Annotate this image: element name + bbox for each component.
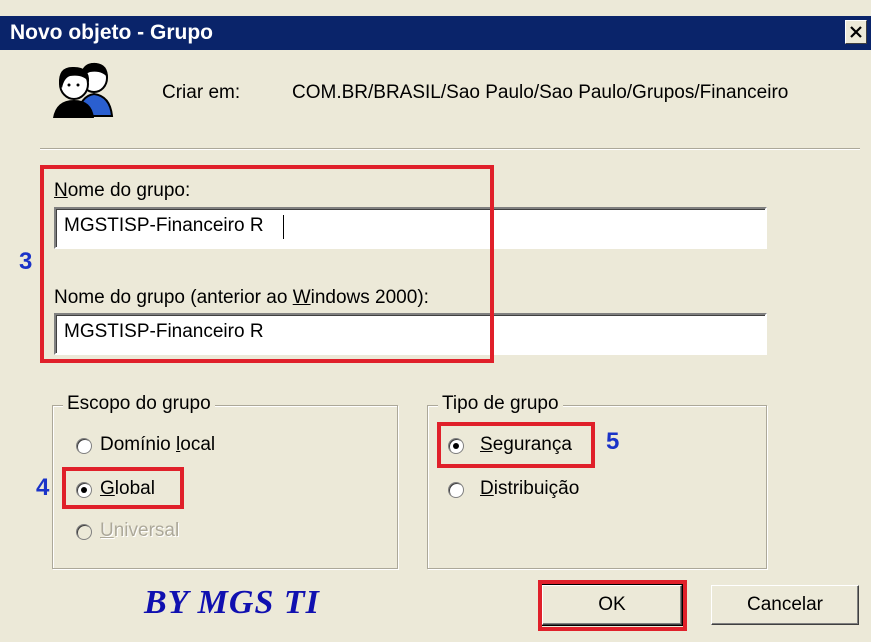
scope-universal-radio bbox=[76, 524, 92, 540]
window-title: Novo objeto - Grupo bbox=[10, 21, 213, 44]
step-number-4: 4 bbox=[36, 474, 50, 501]
header-separator bbox=[40, 148, 860, 150]
cancel-button[interactable]: Cancelar bbox=[711, 585, 859, 625]
scope-domain-local-radio[interactable] bbox=[76, 438, 92, 454]
group-type-legend: Tipo de grupo bbox=[438, 393, 563, 415]
new-group-dialog: Novo objeto - Grupo Criar em: COM.BR/BRA… bbox=[0, 0, 871, 642]
step-number-5: 5 bbox=[606, 428, 620, 455]
watermark-text: BY MGS TI bbox=[144, 584, 320, 621]
step-number-3: 3 bbox=[19, 248, 33, 275]
highlight-box-names bbox=[40, 165, 494, 363]
create-in-path: COM.BR/BRASIL/Sao Paulo/Sao Paulo/Grupos… bbox=[292, 82, 789, 103]
group-users-icon bbox=[53, 62, 114, 118]
create-in-label: Criar em: bbox=[162, 82, 241, 103]
scope-universal-label: Universal bbox=[100, 520, 180, 541]
highlight-box-ok bbox=[538, 580, 687, 631]
group-scope-legend: Escopo do grupo bbox=[63, 393, 215, 415]
scope-domain-local-label[interactable]: Domínio local bbox=[100, 434, 215, 456]
title-bar[interactable]: Novo objeto - Grupo bbox=[0, 16, 871, 50]
type-distribution-radio[interactable] bbox=[448, 482, 464, 498]
type-distribution-label[interactable]: Distribuição bbox=[480, 478, 579, 500]
close-button[interactable] bbox=[845, 20, 867, 44]
close-icon bbox=[850, 26, 862, 38]
highlight-box-security bbox=[437, 422, 595, 468]
highlight-box-global bbox=[62, 467, 184, 509]
